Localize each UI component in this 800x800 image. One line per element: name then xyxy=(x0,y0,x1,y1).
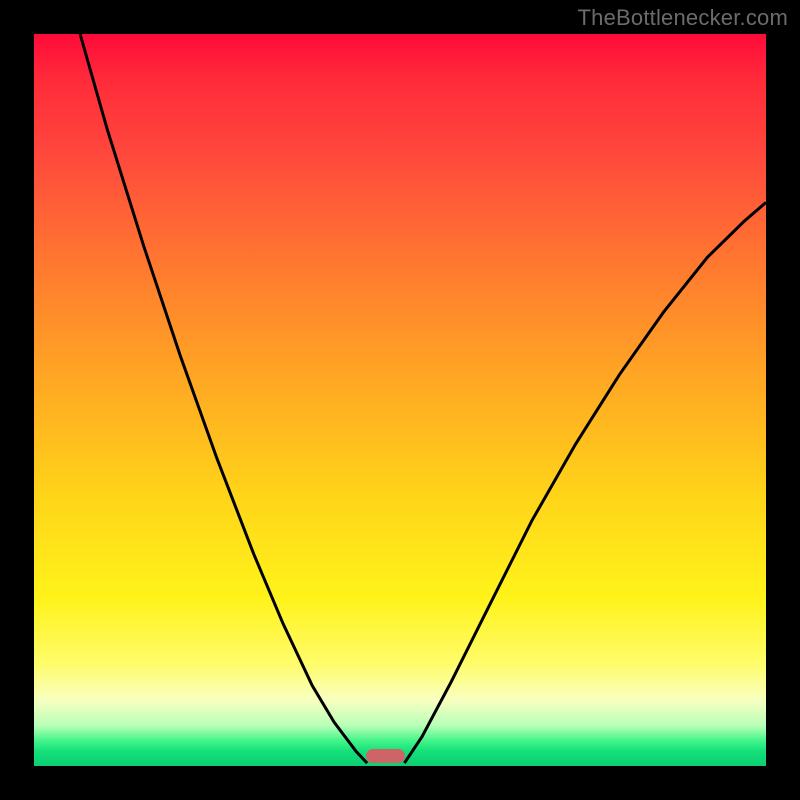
curve-left-branch xyxy=(80,34,367,763)
curve-right-branch xyxy=(404,202,766,763)
watermark-text: TheBottlenecker.com xyxy=(578,5,788,31)
chart-frame: TheBottlenecker.com xyxy=(0,0,800,800)
minimum-marker xyxy=(366,749,406,763)
plot-area xyxy=(34,34,766,766)
bottleneck-curve xyxy=(34,34,766,766)
